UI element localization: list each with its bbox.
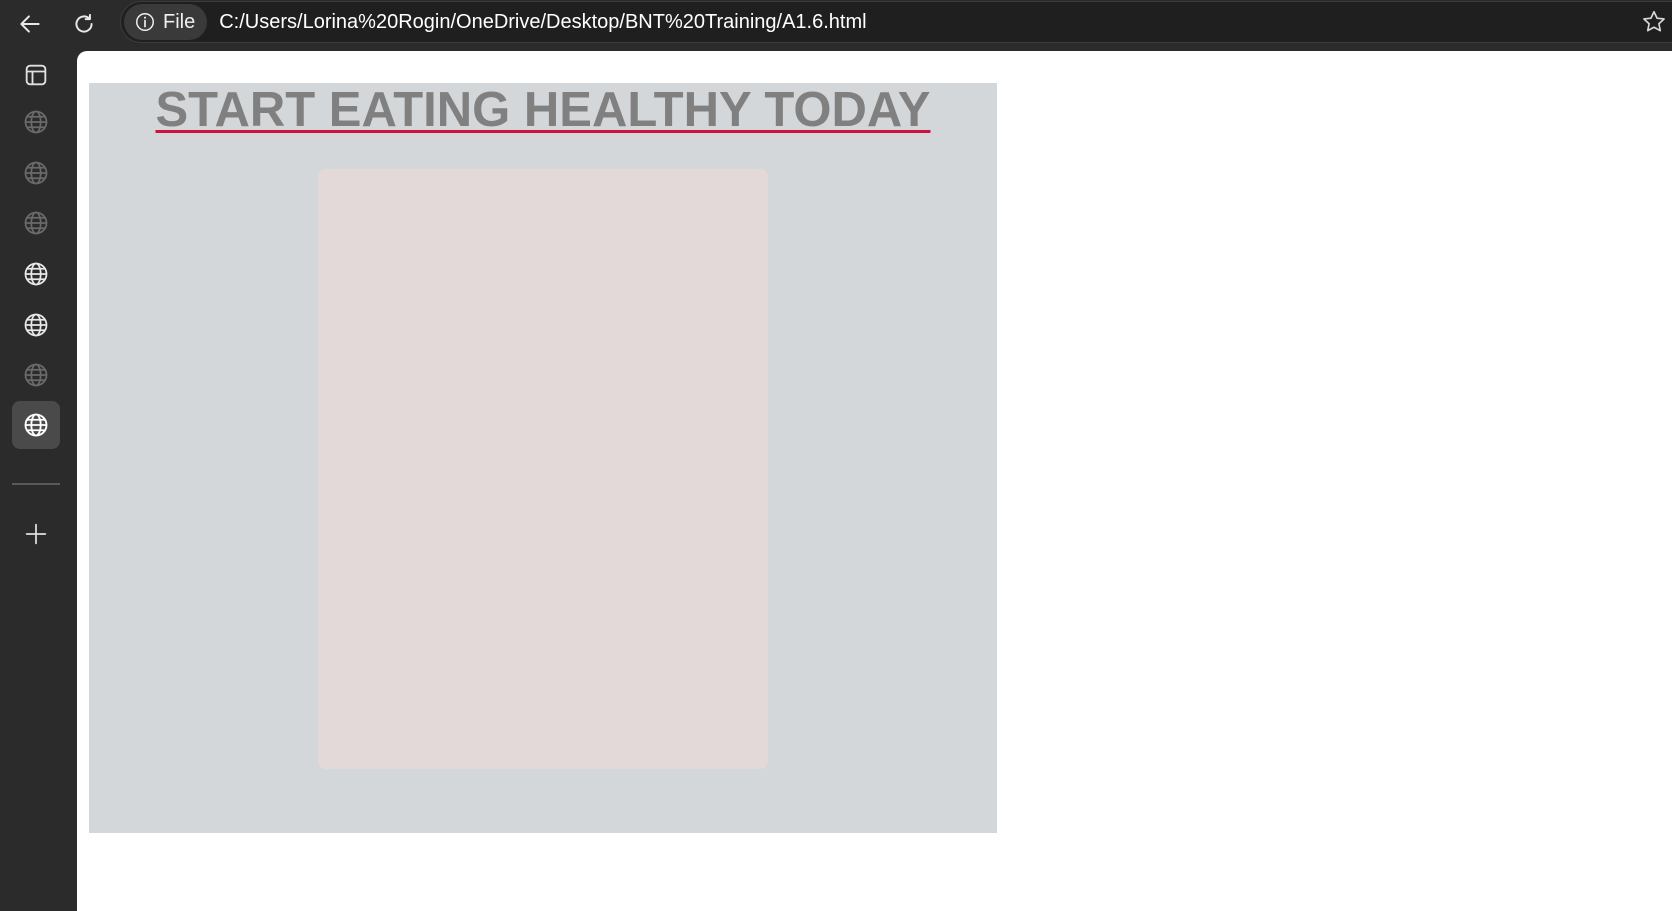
vertical-tabs-sidebar	[0, 48, 76, 911]
globe-icon	[24, 211, 48, 235]
browser-window: File C:/Users/Lorina%20Rogin/OneDrive/De…	[0, 0, 1672, 911]
url-text[interactable]: C:/Users/Lorina%20Rogin/OneDrive/Desktop…	[219, 11, 866, 34]
sidebar-tab-5[interactable]	[12, 301, 60, 349]
page-viewport: START EATING HEALTHY TODAY	[77, 51, 1672, 911]
sidebar-tab-3[interactable]	[12, 199, 60, 247]
page-title: START EATING HEALTHY TODAY	[155, 83, 931, 137]
sidebar-tab-2[interactable]	[12, 149, 60, 197]
back-arrow-icon	[20, 15, 40, 33]
sidebar-tab-6[interactable]	[12, 351, 60, 399]
sidebar-divider	[12, 483, 60, 485]
globe-icon	[24, 110, 48, 134]
globe-icon	[24, 262, 48, 286]
star-icon	[1643, 10, 1665, 32]
content-card	[318, 169, 768, 769]
site-info-button[interactable]: File	[124, 4, 208, 40]
info-icon	[136, 13, 154, 31]
sidebar-tab-1[interactable]	[12, 98, 60, 146]
globe-icon	[24, 413, 48, 437]
address-bar[interactable]: File C:/Users/Lorina%20Rogin/OneDrive/De…	[120, 1, 1672, 43]
globe-icon	[24, 161, 48, 185]
browser-toolbar: File C:/Users/Lorina%20Rogin/OneDrive/De…	[0, 0, 1672, 48]
globe-icon	[24, 313, 48, 337]
reload-icon	[75, 13, 93, 33]
tab-actions-icon	[25, 64, 47, 86]
sidebar-tab-4[interactable]	[12, 250, 60, 298]
back-button[interactable]	[10, 4, 50, 44]
favorite-button[interactable]	[1640, 8, 1670, 38]
page-container: START EATING HEALTHY TODAY	[89, 83, 997, 833]
plus-icon	[25, 523, 47, 545]
tab-actions-button[interactable]	[12, 51, 60, 99]
new-tab-button[interactable]	[12, 510, 60, 558]
reload-button[interactable]	[64, 4, 104, 44]
globe-icon	[24, 363, 48, 387]
sidebar-tab-active[interactable]	[12, 401, 60, 449]
site-info-label: File	[163, 10, 196, 33]
